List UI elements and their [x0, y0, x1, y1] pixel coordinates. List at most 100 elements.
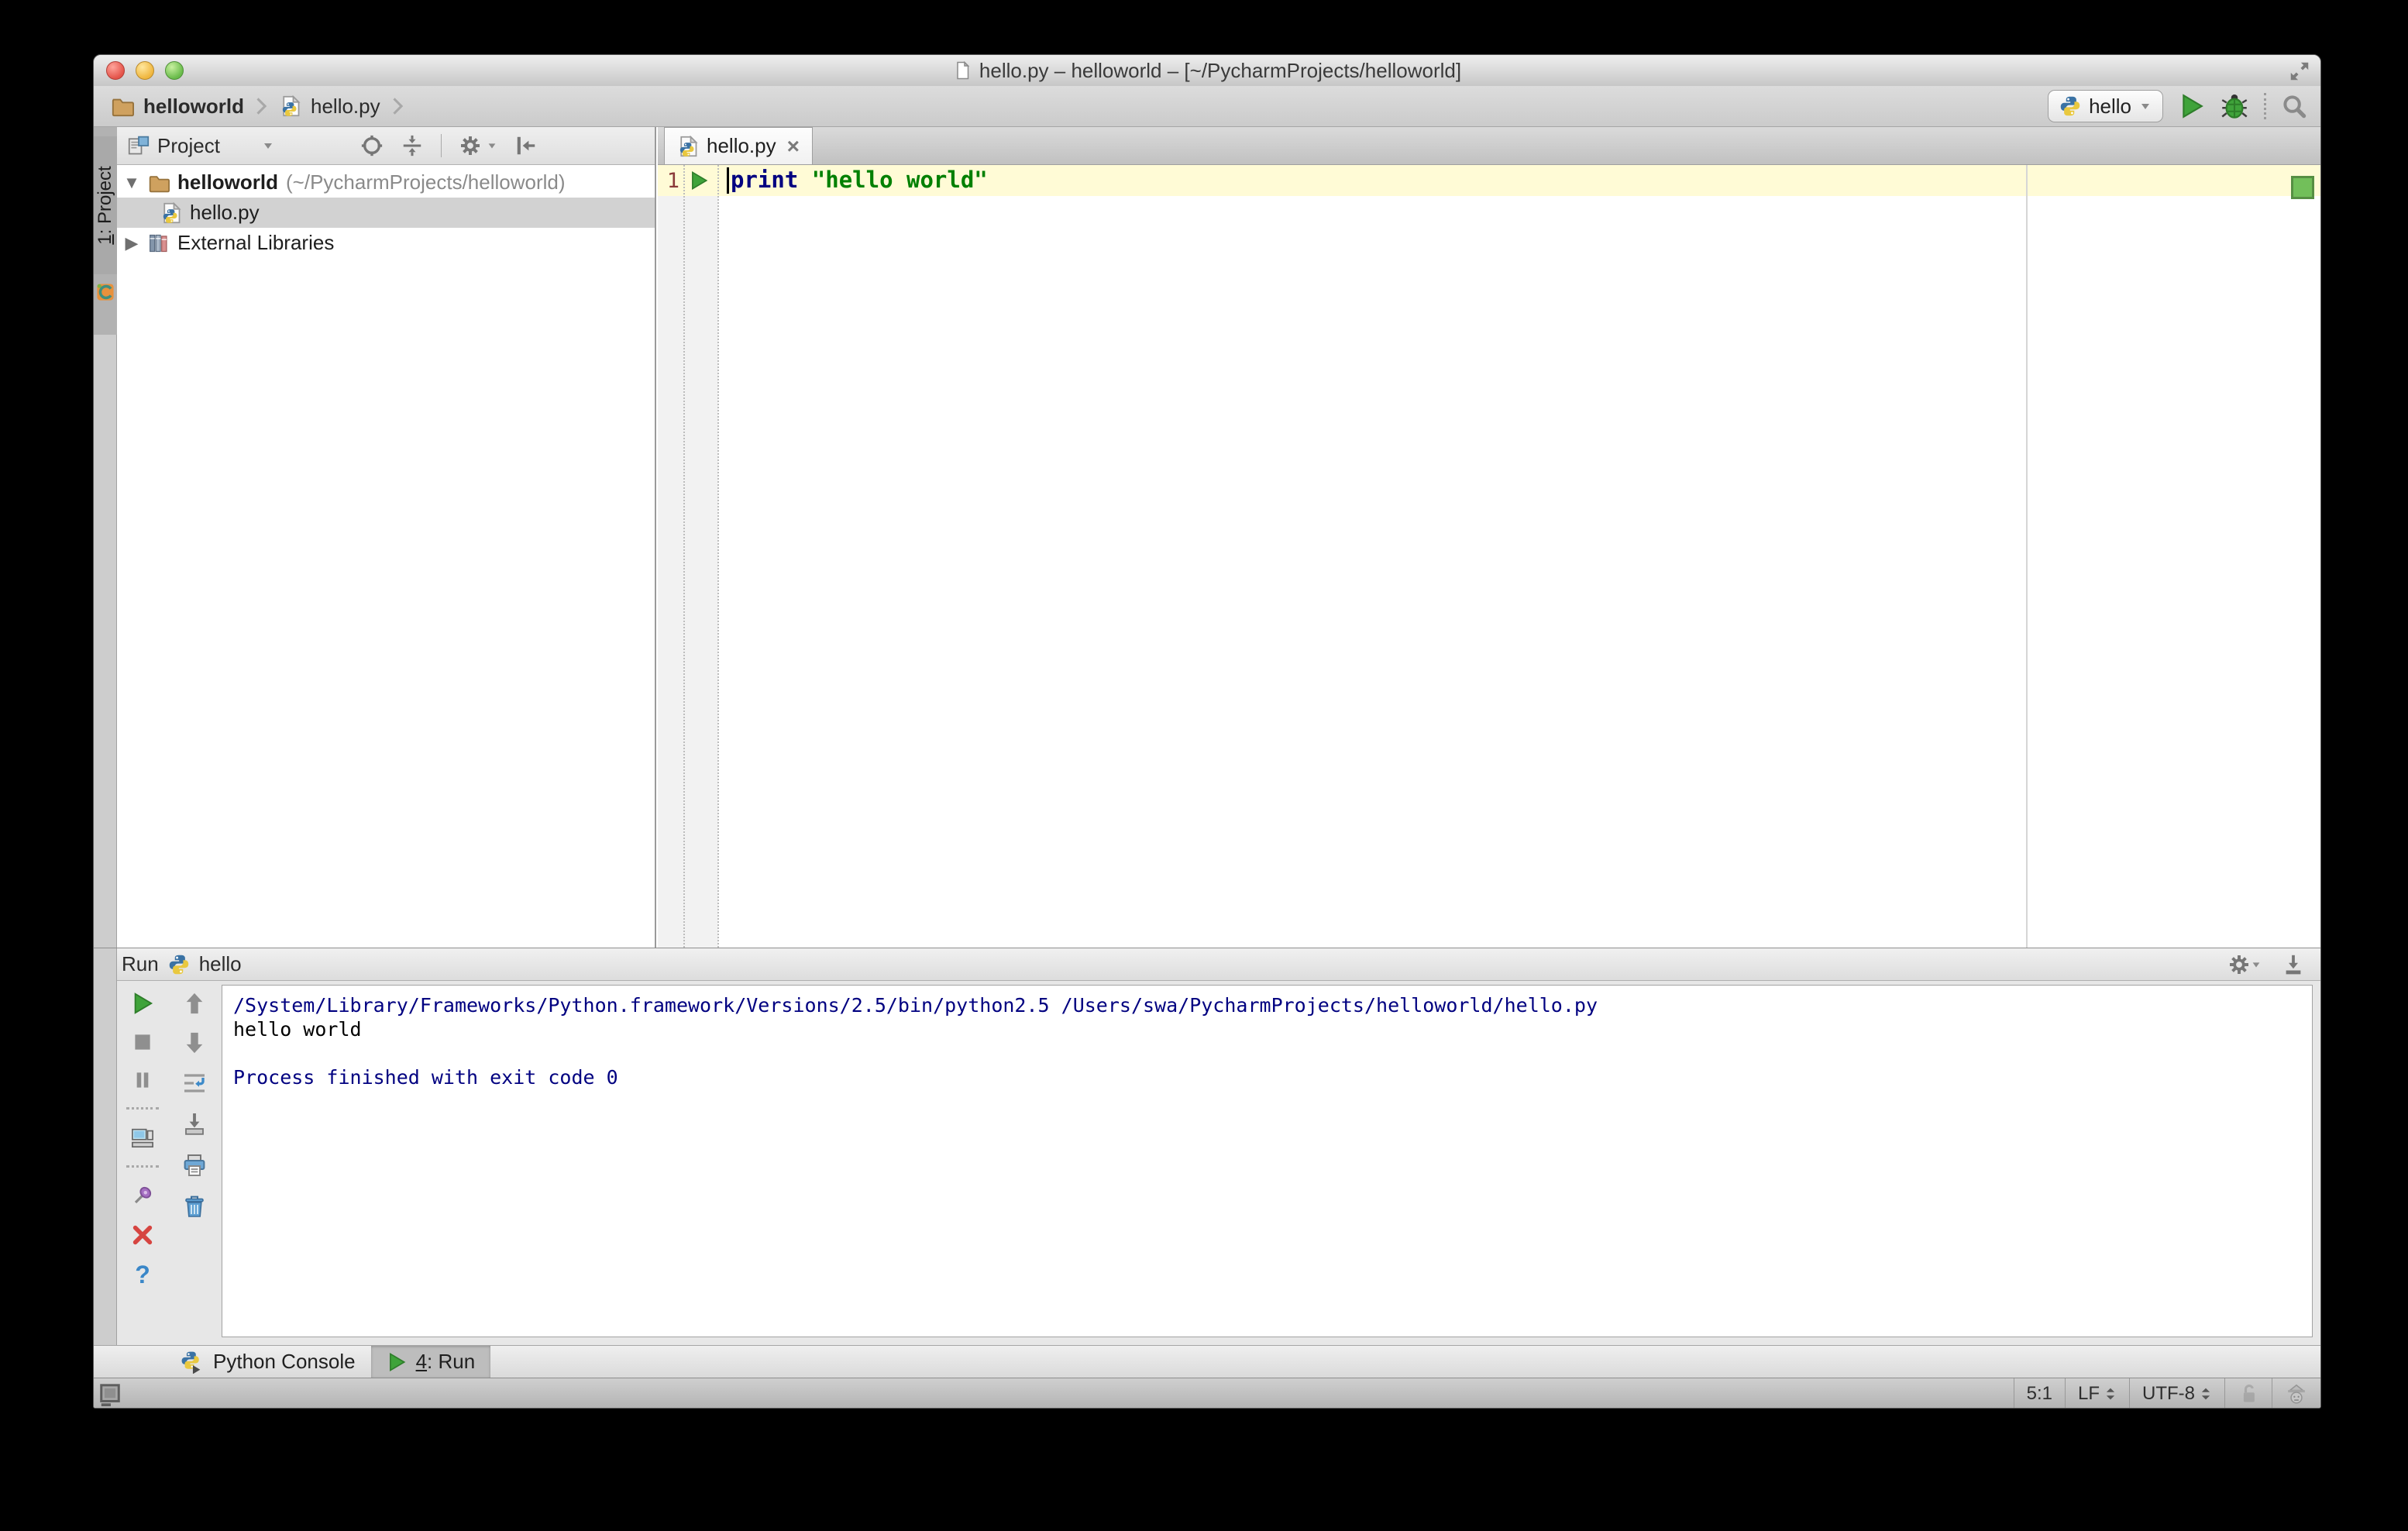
right-margin-guide: [2026, 165, 2028, 948]
inspection-status-badge[interactable]: [2291, 176, 2314, 199]
console-line: /System/Library/Frameworks/Python.framew…: [233, 994, 1598, 1017]
main-area: 1: Project Project ▼ helloworld (~/Pycha…: [94, 127, 2320, 948]
project-toolwindow: Project ▼ helloworld (~/PycharmProjects/…: [117, 127, 656, 948]
soft-wrap-icon[interactable]: [182, 1071, 207, 1096]
locate-icon[interactable]: [360, 134, 384, 157]
code-line-1[interactable]: print "hello world": [731, 167, 988, 193]
run-toolwindow: Run hello ? /System/Library/Frameworks/P…: [94, 948, 2320, 1345]
run-line-marker-icon[interactable]: [689, 170, 709, 191]
folder-icon: [112, 98, 134, 117]
pause-icon[interactable]: [132, 1069, 153, 1091]
spinner-icon: [2201, 1388, 2210, 1400]
sidebar-tab-project-label: 1: Project: [95, 166, 115, 245]
window-title: hello.py – helloworld – [~/PycharmProjec…: [979, 58, 1462, 82]
breadcrumb-item-hello-py[interactable]: hello.py: [311, 95, 380, 119]
inspector-icon: [2287, 1384, 2306, 1404]
close-icon[interactable]: ×: [787, 135, 800, 157]
encoding-widget[interactable]: UTF-8: [2129, 1378, 2224, 1408]
project-toolwindow-header: Project: [117, 127, 655, 165]
project-view-label: Project: [157, 133, 220, 157]
tree-node-name: helloworld: [177, 170, 278, 194]
folder-icon: [149, 175, 170, 192]
help-icon[interactable]: ?: [135, 1262, 150, 1287]
tree-node-name: hello.py: [190, 201, 260, 224]
project-tree: ▼ helloworld (~/PycharmProjects/hellowor…: [117, 167, 655, 258]
settings-icon[interactable]: [459, 134, 482, 157]
line-number: 1: [666, 169, 679, 193]
chevron-down-icon[interactable]: [487, 140, 497, 151]
console-line: Process finished with exit code 0: [233, 1066, 618, 1089]
clear-all-icon[interactable]: [182, 1194, 207, 1219]
run-toolwindow-header[interactable]: Run hello: [117, 948, 2320, 981]
pycharm-logo-icon: [95, 282, 115, 302]
up-arrow-icon[interactable]: [183, 992, 206, 1015]
chevron-down-icon: [263, 143, 272, 149]
console-line: hello world: [233, 1018, 362, 1041]
collapsed-arrow-icon[interactable]: ▶: [123, 233, 140, 253]
close-icon[interactable]: [131, 1223, 154, 1247]
run-header-config-name: hello: [198, 952, 242, 975]
status-bar-widgets: 5:1 LF UTF-8: [2013, 1378, 2320, 1408]
debug-button[interactable]: [2221, 92, 2248, 120]
string-token: "hello world": [811, 167, 988, 193]
stop-icon[interactable]: [132, 1031, 153, 1053]
run-configuration-select[interactable]: hello: [2048, 90, 2163, 122]
run-icon: [389, 1353, 405, 1371]
toolwindow-bar: Python Console 4: Run: [94, 1345, 2320, 1378]
tree-row-helloworld[interactable]: ▼ helloworld (~/PycharmProjects/hellowor…: [117, 167, 655, 198]
python-file-icon: [160, 202, 182, 224]
run-header-title-group: Run hello: [117, 952, 2227, 976]
document-icon: [957, 61, 969, 80]
editor-tab-hello-py[interactable]: hello.py ×: [664, 127, 813, 164]
line-separator-widget[interactable]: LF: [2064, 1378, 2129, 1408]
chevron-down-icon: [2252, 962, 2260, 967]
code-editor[interactable]: 1 print "hello world": [658, 165, 2320, 948]
toolwindow-tab-label: Python Console: [213, 1350, 356, 1373]
run-header-title: Run: [122, 952, 159, 975]
dock-icon[interactable]: [2282, 953, 2305, 976]
down-arrow-icon[interactable]: [183, 1031, 206, 1054]
caret-position-widget[interactable]: 5:1: [2013, 1378, 2065, 1408]
run-configuration-label: hello: [2089, 94, 2131, 118]
window-titlebar[interactable]: hello.py – helloworld – [~/PycharmProjec…: [94, 55, 2320, 87]
settings-button[interactable]: [2227, 953, 2262, 976]
fullscreen-icon[interactable]: [2288, 60, 2311, 83]
breadcrumb-item-helloworld[interactable]: helloworld: [143, 95, 244, 119]
settings-icon: [2228, 953, 2250, 975]
pin-icon[interactable]: [131, 1184, 154, 1207]
toolwindow-tab-label: 4: Run: [415, 1350, 476, 1373]
toolbar-separator: [2264, 93, 2266, 119]
keyword-token: print: [731, 167, 799, 193]
restore-layout-icon[interactable]: [131, 1126, 154, 1149]
external-libraries-icon: [150, 234, 167, 252]
readonly-lock-widget[interactable]: [2224, 1378, 2272, 1408]
collapse-all-icon[interactable]: [401, 134, 424, 157]
editor-tab-title: hello.py: [707, 134, 776, 157]
print-icon[interactable]: [182, 1153, 207, 1178]
window-title-group: hello.py – helloworld – [~/PycharmProjec…: [94, 55, 2320, 86]
sidebar-tab-project[interactable]: 1: Project: [94, 136, 117, 274]
run-toolbar-secondary: [168, 981, 221, 1345]
tree-row-hello-py[interactable]: hello.py: [117, 198, 655, 228]
expanded-arrow-icon[interactable]: ▼: [123, 173, 140, 193]
toggle-toolwindows-icon[interactable]: [98, 1383, 122, 1406]
tree-row-external-libraries[interactable]: ▶ External Libraries: [117, 228, 655, 258]
project-view-select[interactable]: Project: [117, 134, 360, 158]
gutter-separator: [717, 165, 719, 948]
tree-node-name: External Libraries: [177, 231, 335, 254]
run-button[interactable]: [2179, 93, 2205, 119]
scroll-to-end-icon[interactable]: [182, 1112, 207, 1137]
toolwindow-tab-python-console[interactable]: Python Console: [165, 1346, 371, 1378]
toolwindow-tab-run[interactable]: 4: Run: [370, 1346, 491, 1378]
navigation-bar: helloworld hello.py hello: [94, 86, 2320, 127]
search-icon[interactable]: [2282, 94, 2307, 119]
run-console-output[interactable]: /System/Library/Frameworks/Python.framew…: [222, 985, 2313, 1337]
rerun-icon[interactable]: [131, 992, 154, 1015]
toolbar-separator: [441, 134, 442, 157]
inspections-profile-widget[interactable]: [2272, 1378, 2320, 1408]
left-stripe-lower: [94, 948, 117, 1345]
line-separator-value: LF: [2077, 1383, 2100, 1404]
hide-panel-icon[interactable]: [514, 134, 538, 157]
python-file-icon: [677, 136, 699, 157]
